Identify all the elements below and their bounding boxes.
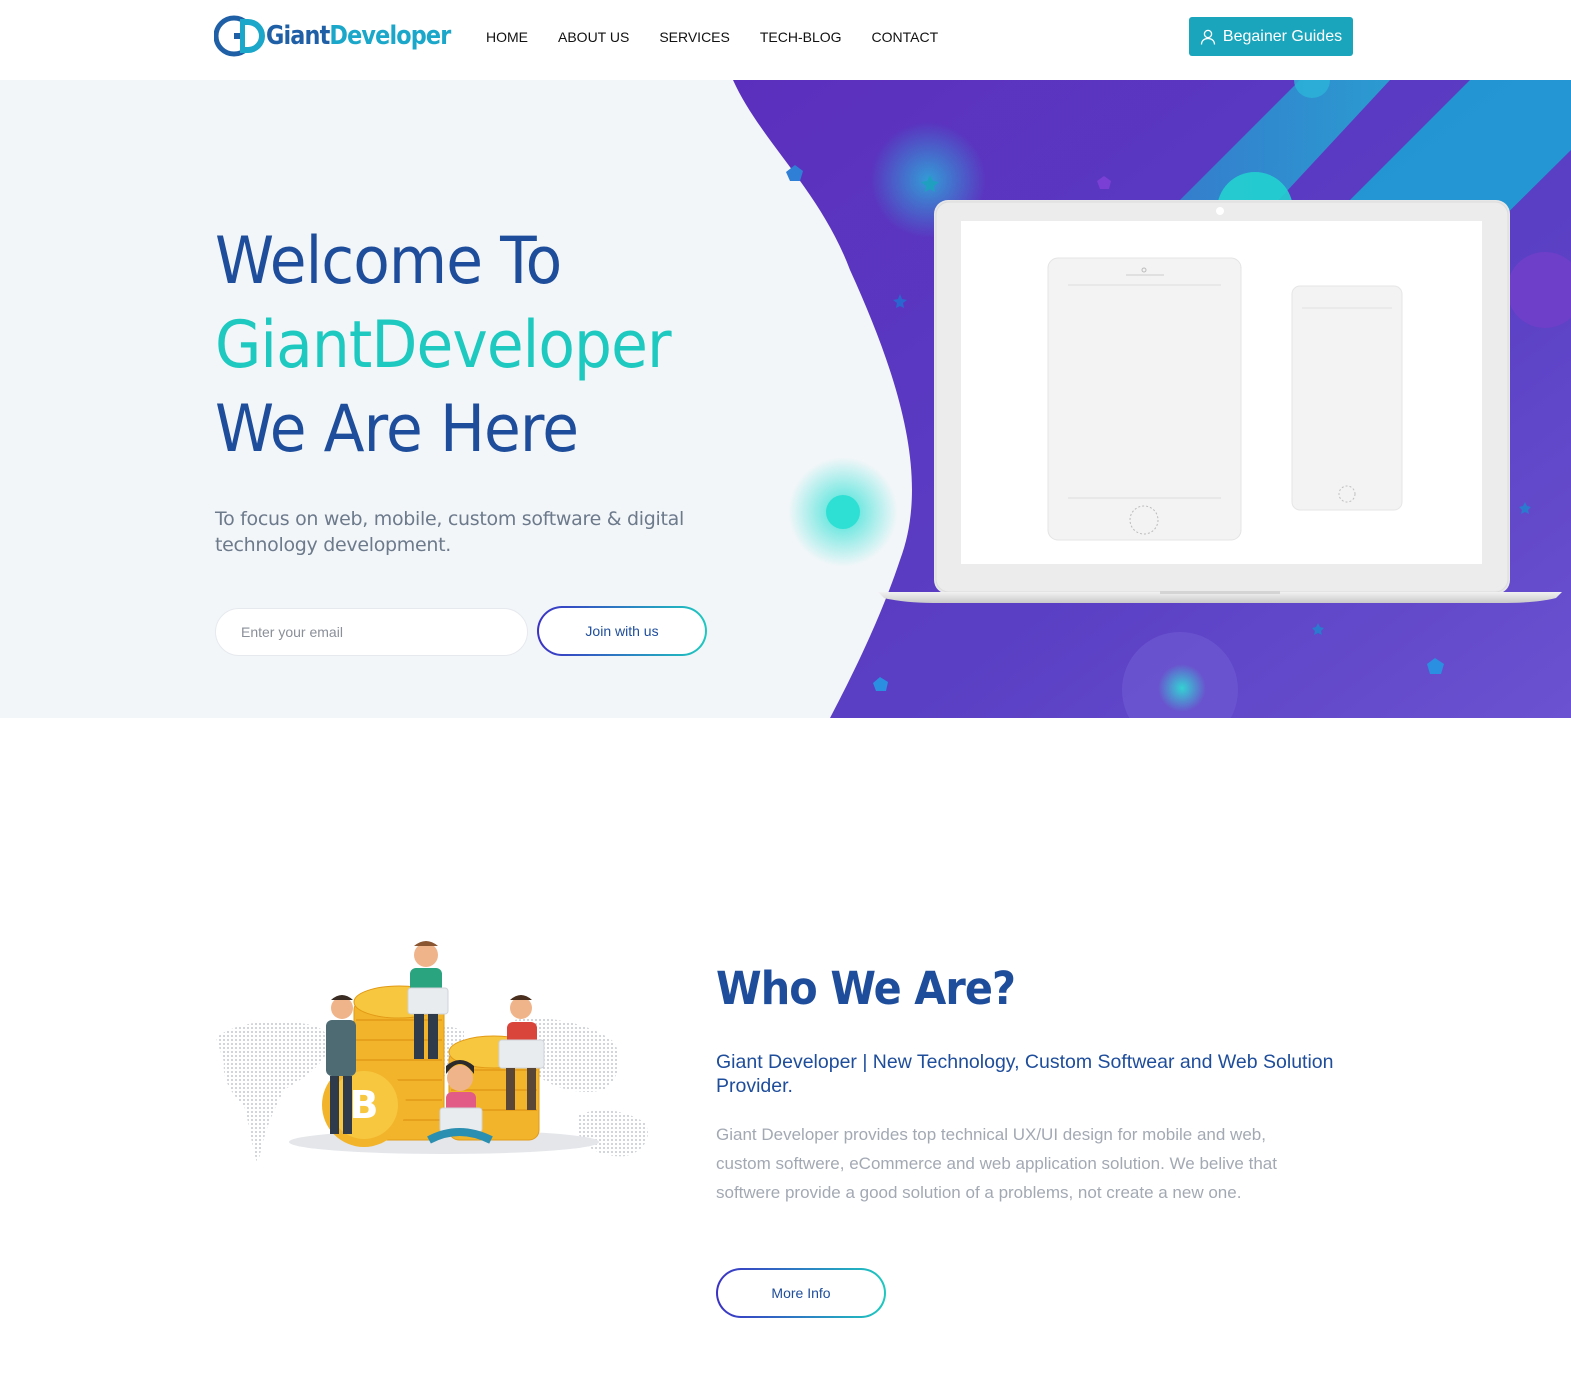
main-nav: HOME ABOUT US SERVICES TECH-BLOG CONTACT [486,29,938,45]
logo-mark-icon [214,15,265,57]
nav-home[interactable]: HOME [486,29,528,45]
email-input[interactable] [215,608,528,656]
beginner-guides-button[interactable]: Begainer Guides [1189,17,1353,56]
about-subtitle: Giant Developer | New Technology, Custom… [716,1051,1334,1097]
more-info-button[interactable]: More Info [716,1268,886,1318]
hero-title: Welcome To GiantDeveloper We Are Here [215,220,710,472]
site-header: GiantDeveloper HOME ABOUT US SERVICES TE… [0,0,1571,80]
about-description: Giant Developer provides top technical U… [716,1125,1277,1202]
nav-tech-blog[interactable]: TECH-BLOG [760,29,842,45]
svg-text:B: B [350,1083,379,1127]
more-info-label: More Info [718,1270,884,1316]
nav-services[interactable]: SERVICES [659,29,730,45]
hero-title-line-3: We Are Here [215,392,579,467]
join-with-us-label: Join with us [539,608,705,654]
beginner-guides-label: Begainer Guides [1222,27,1343,45]
about-title: Who We Are? [716,962,1016,1015]
user-icon [1200,29,1216,45]
logo-word-developer: Developer [329,21,451,51]
join-with-us-button[interactable]: Join with us [537,606,707,656]
nav-about-us[interactable]: ABOUT US [558,29,629,45]
laptop-illustration [878,200,1562,603]
site-logo[interactable]: GiantDeveloper [214,14,480,58]
hero-subtitle: To focus on web, mobile, custom software… [215,508,684,556]
hero-title-line-2: GiantDeveloper [215,308,672,383]
hero-title-line-1: Welcome To [215,224,562,299]
hero-section: Welcome To GiantDeveloper We Are Here To… [0,80,1571,718]
nav-contact[interactable]: CONTACT [872,29,939,45]
team-bitcoin-illustration: B [216,941,648,1165]
logo-word-giant: Giant [266,21,330,51]
logo-wordmark: GiantDeveloper [266,21,451,51]
